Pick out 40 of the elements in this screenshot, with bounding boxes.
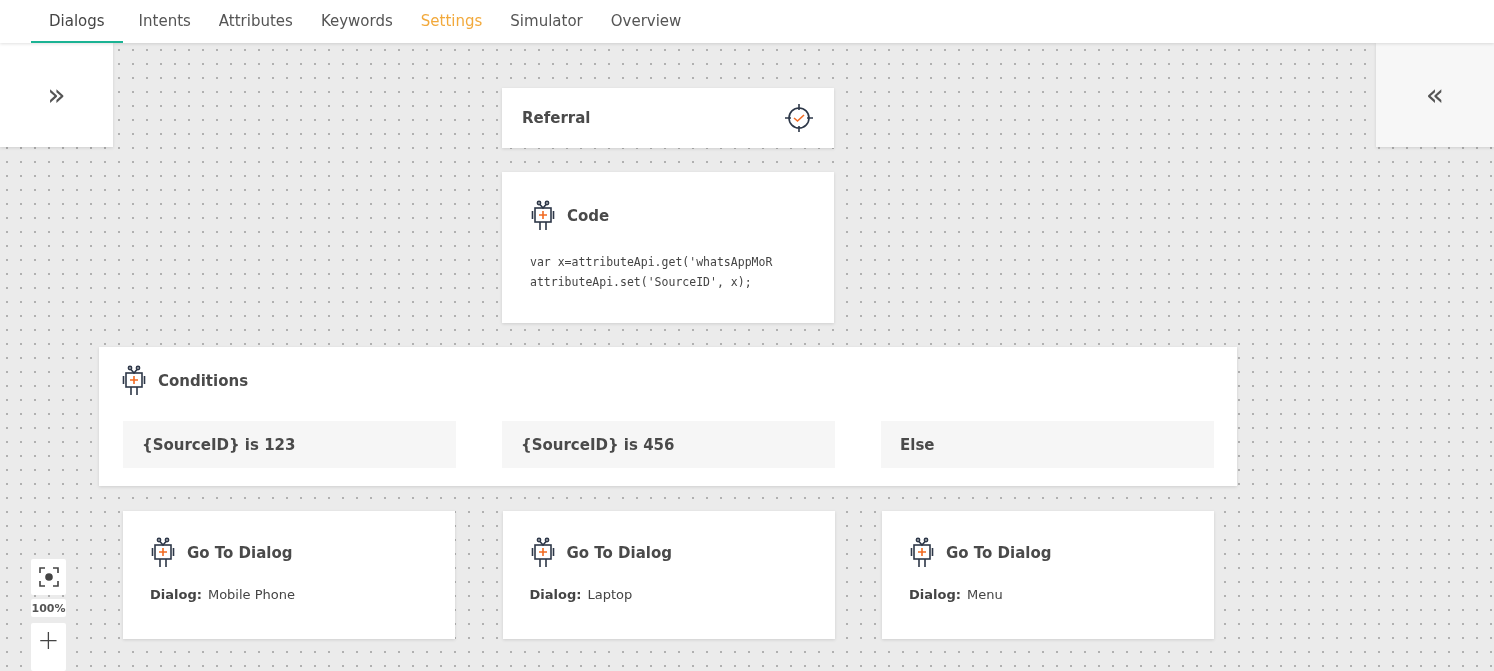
node-title: Conditions [158,372,249,390]
fit-view-button[interactable] [31,559,66,595]
condition-branch[interactable]: {SourceID} is 456 [502,421,835,468]
node-title: Code [567,207,610,225]
node-title: Go To Dialog [946,544,1052,562]
condition-branch[interactable]: {SourceID} is 123 [123,421,456,468]
code-line: attributeApi.set('SourceID', x); [530,274,753,291]
zoom-in-button[interactable]: + [31,623,66,671]
expand-toggle[interactable]: » [47,80,66,110]
zoom-level: 100% [31,599,66,617]
robot-icon [530,200,556,232]
robot-icon [909,537,935,569]
field-label: Dialog: [150,587,202,602]
robot-icon [150,537,176,569]
robot-icon [121,365,147,397]
go-to-dialog-card[interactable]: Go To Dialog Dialog: Laptop [502,511,835,639]
target-check-icon [784,103,814,133]
collapse-toggle[interactable]: « [1425,80,1445,110]
code-card[interactable]: Code var x=attributeApi.get('whatsAppMoR attributeApi.set('SourceID', x); [502,172,834,323]
dialog-name: Menu [966,587,1003,602]
dialog-name: Laptop [587,587,633,602]
conditions-card[interactable]: Conditions {SourceID} is 123 {SourceID} is 456 Else [99,347,1237,486]
go-to-dialog-card[interactable]: Go To Dialog Dialog: Menu [882,511,1214,639]
robot-icon [529,537,556,569]
code-line: var x=attributeApi.get('whatsAppMoR [530,254,774,271]
node-title: Go To Dialog [187,544,293,562]
node-title: Referral [522,109,591,127]
tab[interactable]: Intents [126,0,203,43]
referral-card[interactable]: Referral [502,88,834,148]
condition-branch[interactable]: Else [881,421,1214,468]
dialog-name: Mobile Phone [207,587,295,602]
node-title: Go To Dialog [566,544,672,562]
tab[interactable]: Simulator [498,0,595,43]
focus-icon [38,567,59,587]
tab[interactable]: Overview [598,0,694,43]
go-to-dialog-card[interactable]: Go To Dialog Dialog: Mobile Phone [123,511,455,639]
field-label: Dialog: [529,587,582,602]
tab[interactable]: Attributes [206,0,305,43]
field-label: Dialog: [909,587,961,602]
tab[interactable]: Keywords [308,0,405,43]
